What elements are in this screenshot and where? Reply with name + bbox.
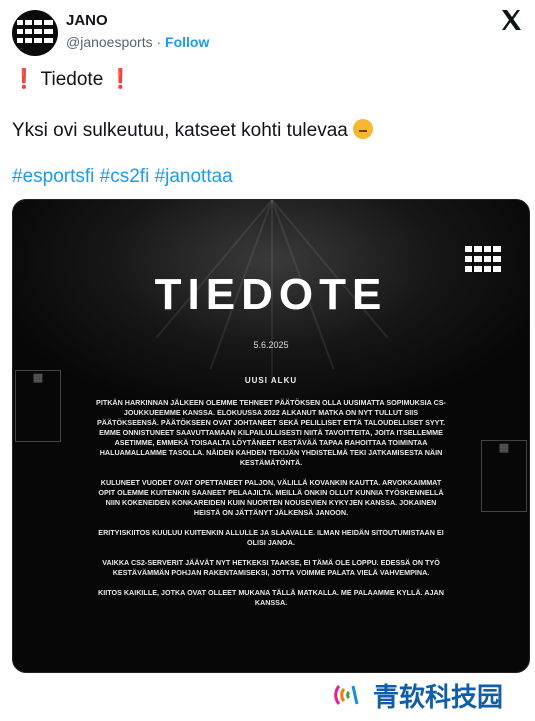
- x-logo-icon[interactable]: [499, 8, 523, 32]
- paragraph: Erityiskiitos kuuluu kuitenkin allulle j…: [98, 528, 444, 547]
- paragraph: Kuluneet vuodet ovat opettaneet paljon, …: [98, 478, 444, 517]
- follow-button[interactable]: Follow: [165, 34, 209, 50]
- image-body: Pitkän harkinnan jälkeen olemme tehneet …: [95, 398, 447, 618]
- tweet-heading: Tiedote: [40, 69, 104, 90]
- author-handle[interactable]: @janoesports: [66, 34, 153, 50]
- image-subheading: UUSI ALKU: [244, 376, 298, 385]
- saluting-face-icon: [353, 119, 374, 139]
- paragraph: Vaikka CS2-serverit jäävät nyt hetkeksi …: [102, 558, 440, 577]
- paragraph: Pitkän harkinnan jälkeen olemme tehneet …: [96, 398, 446, 467]
- jano-logo-icon: [17, 20, 53, 43]
- tweet-text: Yksi ovi sulkeutuu, katseet kohti tuleva…: [12, 120, 348, 141]
- wifi-logo-icon: [334, 685, 359, 705]
- separator-dot: ·: [156, 34, 166, 50]
- tweet-hashtags[interactable]: #esportsfi #cs2fi #janottaa: [12, 166, 233, 188]
- image-date: 5.6.2025: [253, 340, 289, 350]
- side-logo-right: ▦: [481, 440, 527, 512]
- author-meta: @janoesports · Follow: [66, 34, 209, 50]
- exclamation-icon: ❗: [108, 69, 133, 90]
- tweet-header: JANO @janoesports · Follow: [12, 8, 523, 56]
- watermark: 青软科技园: [333, 675, 525, 715]
- watermark-text: 青软科技园: [373, 681, 504, 712]
- image-title: TIEDOTE: [154, 270, 388, 319]
- exclamation-icon: ❗: [12, 69, 36, 90]
- author-avatar[interactable]: [12, 10, 58, 56]
- tweet-image[interactable]: ▦ ▦ TIEDOTE 5.6.2025 UUSI ALKU Pitkän ha…: [12, 199, 530, 673]
- paragraph: Kiitos kaikille, jotka ovat olleet mukan…: [98, 588, 444, 607]
- author-name[interactable]: JANO: [66, 12, 108, 29]
- tweet-line-2: Yksi ovi sulkeutuu, katseet kohti tuleva…: [12, 119, 374, 142]
- tweet-line-1: ❗ Tiedote ❗: [12, 67, 132, 91]
